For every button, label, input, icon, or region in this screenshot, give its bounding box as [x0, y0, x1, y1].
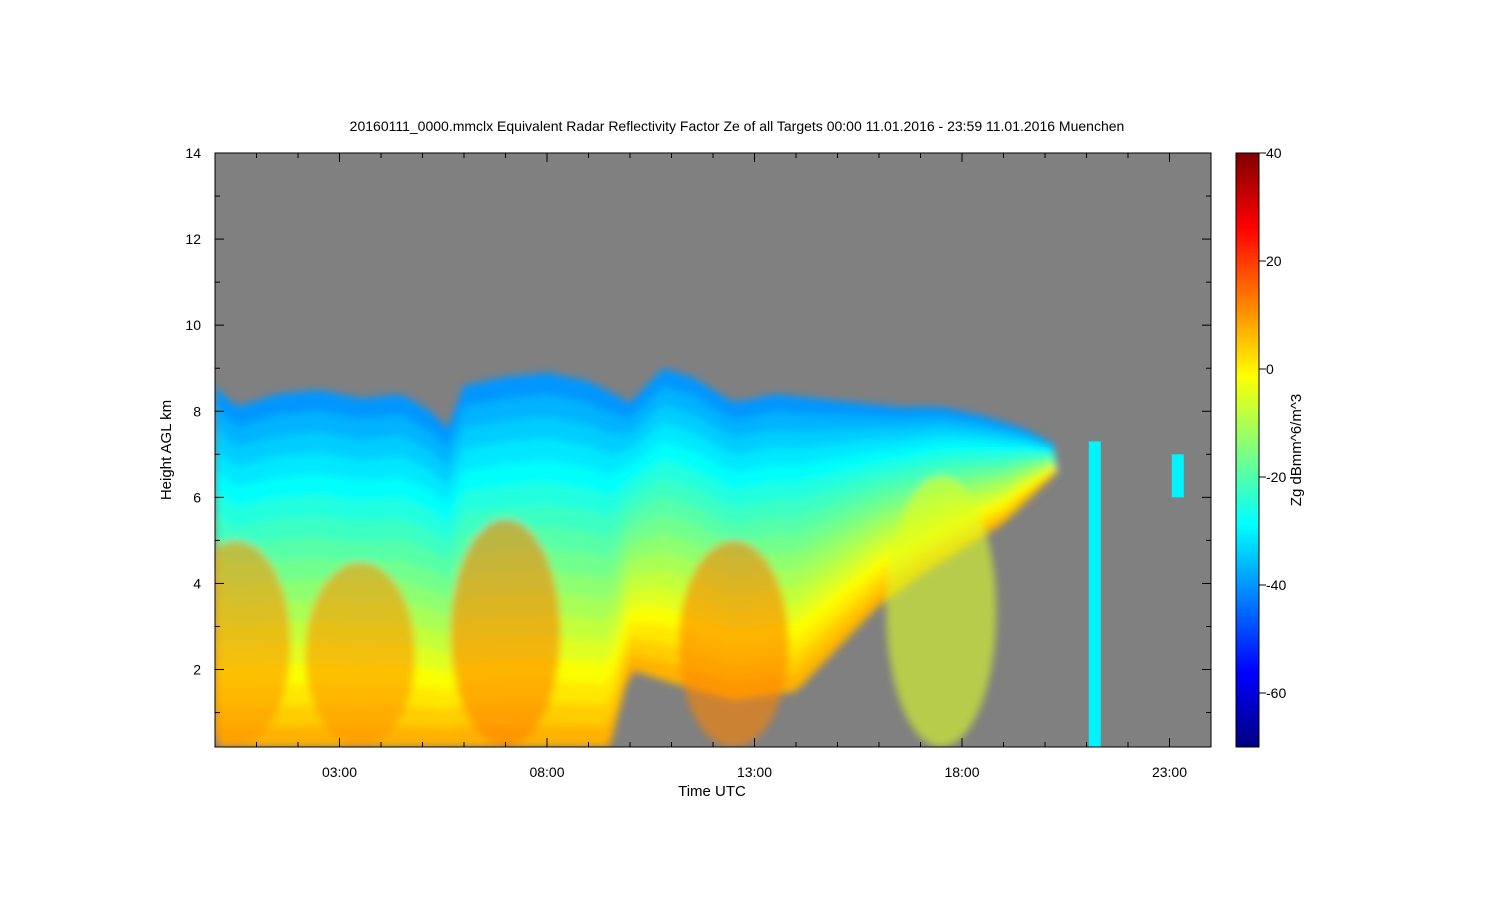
echo-field: [215, 368, 1058, 747]
y-tick-label: 10: [185, 317, 201, 333]
y-tick-label: 8: [193, 403, 201, 419]
chart-title: 20160111_0000.mmclx Equivalent Radar Ref…: [350, 118, 1125, 134]
x-tick-label: 23:00: [1152, 764, 1187, 780]
x-axis-label: Time UTC: [678, 783, 746, 800]
colorbar-tick-label: -20: [1266, 469, 1286, 485]
isolated-echo: [1171, 454, 1184, 498]
x-tick-label: 18:00: [944, 764, 979, 780]
echo-core: [215, 540, 291, 747]
colorbar-tick-label: -60: [1266, 685, 1286, 701]
colorbar-ticks: 40 20 0 -20 -40 -60: [1259, 145, 1286, 701]
x-tick-label: 13:00: [737, 764, 772, 780]
y-tick-label: 14: [185, 145, 201, 161]
colorbar-label: Zg dBmm^6/m^3: [1288, 394, 1305, 506]
echo-core: [886, 475, 997, 747]
echo-core: [305, 561, 416, 747]
colorbar-tick-label: 0: [1266, 361, 1274, 377]
y-tick-label: 12: [185, 231, 201, 247]
x-tick-label: 03:00: [322, 764, 357, 780]
colorbar-tick-label: 40: [1266, 145, 1282, 161]
radar-chart: 20160111_0000.mmclx Equivalent Radar Ref…: [158, 118, 1305, 800]
colorbar: [1235, 152, 1260, 748]
isolated-echo: [1088, 441, 1101, 747]
echo-core: [450, 518, 561, 747]
plot-area: [215, 153, 1211, 747]
colorbar-tick-label: 20: [1266, 253, 1282, 269]
colorbar-tick-label: -40: [1266, 577, 1286, 593]
y-tick-label: 6: [193, 489, 201, 505]
y-axis-label: Height AGL km: [158, 400, 175, 500]
y-tick-label: 4: [193, 575, 201, 591]
x-tick-label: 08:00: [529, 764, 564, 780]
y-tick-label: 2: [193, 662, 201, 678]
echo-core: [678, 540, 789, 747]
